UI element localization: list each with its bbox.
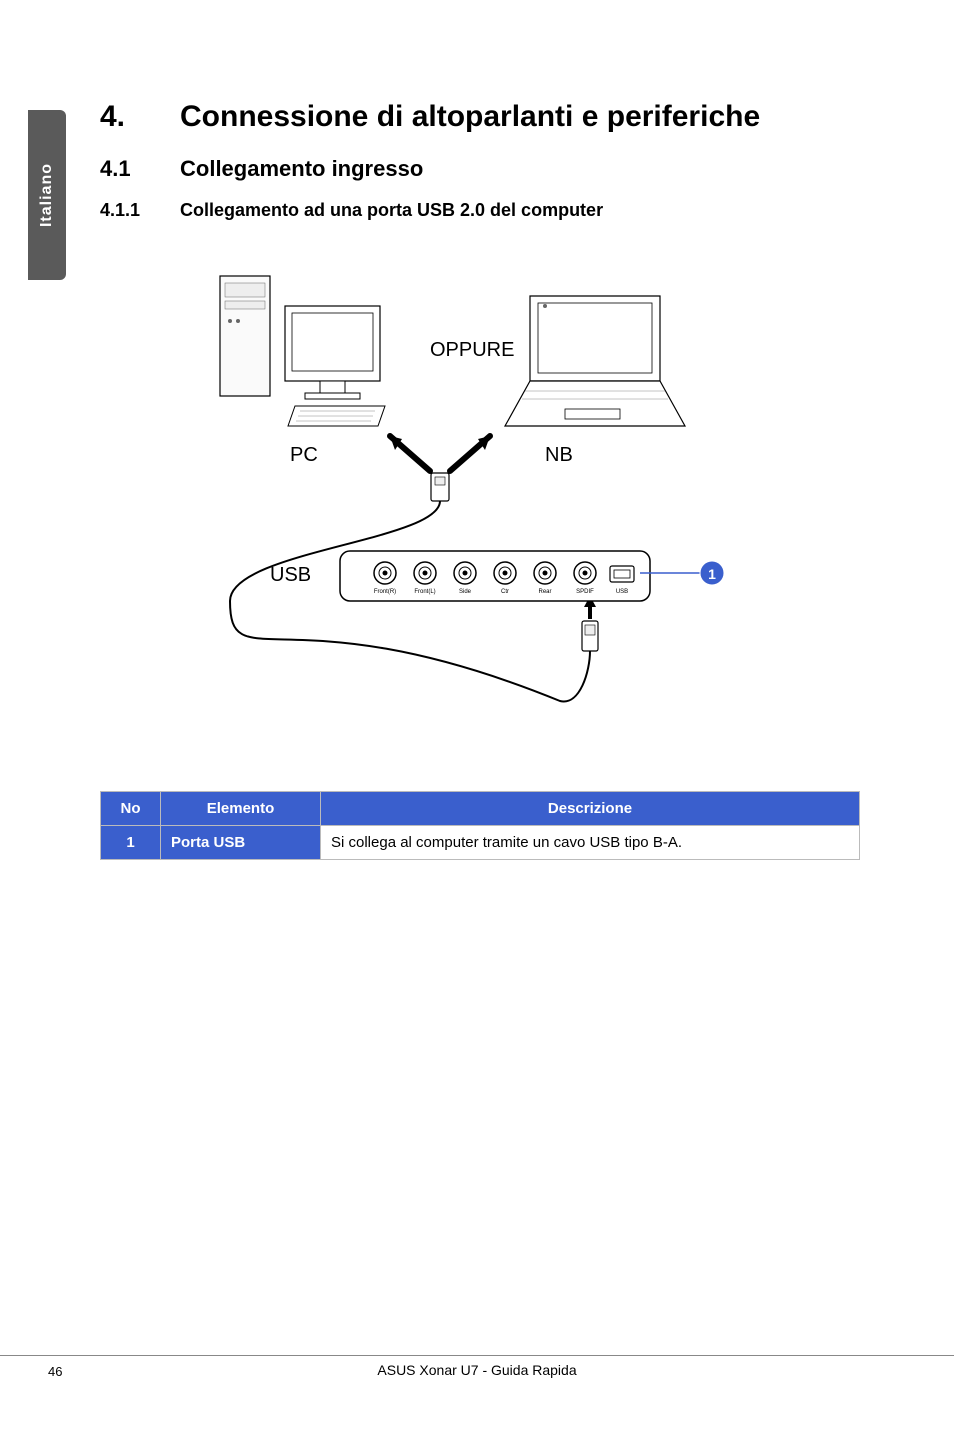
split-arrows-icon — [390, 436, 490, 471]
nb-label: NB — [545, 444, 573, 466]
footer-title: ASUS Xonar U7 - Guida Rapida — [0, 1362, 954, 1378]
port-label: SPDIF — [576, 589, 594, 595]
section-number: 4. — [100, 100, 180, 134]
laptop-icon — [505, 296, 685, 426]
port-label: Front(R) — [374, 589, 396, 595]
port-label: Rear — [538, 589, 551, 595]
port-label: Side — [459, 589, 472, 595]
table-header-descrizione: Descrizione — [321, 792, 860, 826]
subsection-number: 4.1 — [100, 156, 180, 182]
usb-cable-label: USB — [270, 564, 311, 586]
port-label: USB — [616, 589, 628, 595]
sound-card-device-icon: Front(R) Front(L) Side — [340, 551, 650, 601]
spec-table: No Elemento Descrizione 1 Porta USB Si c… — [100, 791, 860, 860]
pc-tower-icon — [220, 276, 270, 396]
table-header-no: No — [101, 792, 161, 826]
table-cell-descrizione: Si collega al computer tramite un cavo U… — [321, 826, 860, 860]
port-label: Front(L) — [414, 589, 435, 595]
page-content: 4. Connessione di altoparlanti e perifer… — [100, 100, 860, 860]
page-number: 46 — [48, 1364, 62, 1379]
subsection-heading: 4.1 Collegamento ingresso — [100, 156, 860, 182]
subsubsection-title: Collegamento ad una porta USB 2.0 del co… — [180, 200, 603, 221]
page-footer: 46 ASUS Xonar U7 - Guida Rapida — [0, 1355, 954, 1378]
table-cell-no: 1 — [101, 826, 161, 860]
subsubsection-heading: 4.1.1 Collegamento ad una porta USB 2.0 … — [100, 200, 860, 221]
table-row: 1 Porta USB Si collega al computer trami… — [101, 826, 860, 860]
connection-diagram: OPPURE PC NB — [130, 251, 830, 751]
connector-word-label: OPPURE — [430, 339, 514, 361]
port-label: Ctr — [501, 589, 509, 595]
callout-number: 1 — [708, 566, 716, 582]
table-cell-elemento: Porta USB — [161, 826, 321, 860]
monitor-icon — [285, 306, 385, 426]
table-header-elemento: Elemento — [161, 792, 321, 826]
pc-label: PC — [290, 444, 318, 466]
language-side-tab: Italiano — [28, 110, 66, 280]
section-heading: 4. Connessione di altoparlanti e perifer… — [100, 100, 860, 134]
language-label: Italiano — [38, 163, 56, 227]
section-title: Connessione di altoparlanti e periferich… — [180, 100, 760, 134]
subsection-title: Collegamento ingresso — [180, 156, 423, 182]
subsubsection-number: 4.1.1 — [100, 200, 180, 221]
